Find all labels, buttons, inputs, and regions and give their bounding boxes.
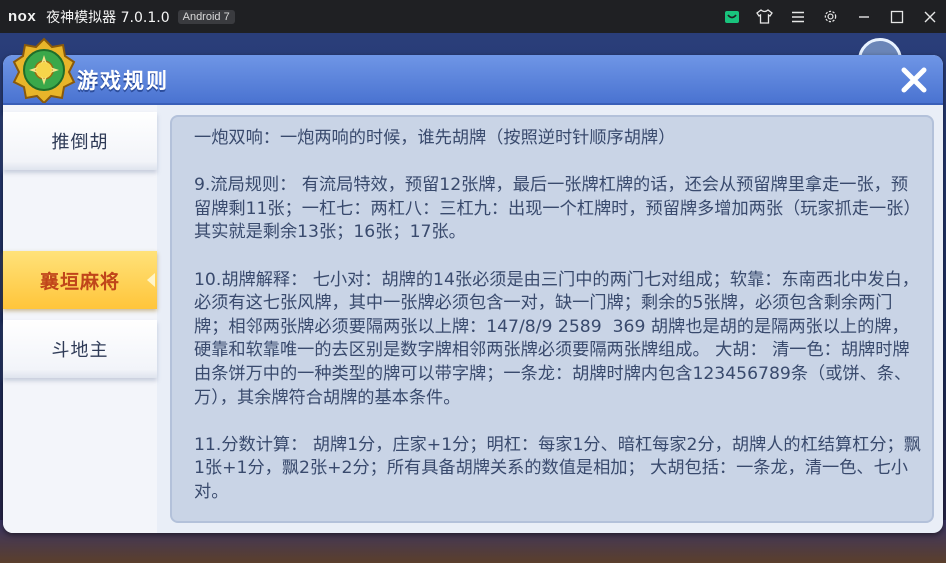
dialog-title: 游戏规则 [77,69,169,93]
tab-xiangyuan-mahjong[interactable]: 襄垣麻将 [3,251,157,309]
rules-text: 一炮双响：一炮两响的时候，谁先胡牌（按照逆时针顺序胡牌） 9.流局规则： 有流局… [194,127,924,521]
rule-paragraph: 一炮双响：一炮两响的时候，谁先胡牌（按照逆时针顺序胡牌） [194,128,676,148]
settings-icon[interactable] [814,0,847,33]
close-icon[interactable] [913,0,946,33]
active-tab-arrow-icon [147,273,155,287]
rules-sidebar: 推倒胡 襄垣麻将 斗地主 [3,105,157,533]
window-title: 夜神模拟器 7.0.1.0 [46,9,170,26]
titlebar-controls [715,0,946,33]
nox-logo: nox [8,8,37,25]
store-icon[interactable] [715,0,748,33]
rules-badge-icon [12,37,76,103]
dialog-header: 游戏规则 [3,55,943,105]
tab-label: 推倒胡 [51,132,109,153]
rules-dialog: 游戏规则 推倒胡 襄垣麻将 斗地主 一炮双响：一炮两响的时候，谁先胡牌（按照逆时… [3,37,943,533]
rule-paragraph: 10.胡牌解释： 七小对：胡牌的14张必须是由三门中的两门七对组成；软靠：东南西… [194,269,919,408]
tab-label: 斗地主 [51,340,109,361]
maximize-icon[interactable] [880,0,913,33]
tab-tuidaohu[interactable]: 推倒胡 [3,112,157,170]
tab-doudizhu[interactable]: 斗地主 [3,320,157,378]
shirt-icon[interactable] [748,0,781,33]
close-x-icon [901,67,927,93]
menu-icon[interactable] [781,0,814,33]
rules-content-panel[interactable]: 一炮双响：一炮两响的时候，谁先胡牌（按照逆时针顺序胡牌） 9.流局规则： 有流局… [170,115,934,523]
rule-paragraph: 11.分数计算： 胡牌1分，庄家+1分；明杠：每家1分、暗杠每家2分，胡牌人的杠… [194,434,921,502]
minimize-icon[interactable] [847,0,880,33]
emulator-titlebar: nox 夜神模拟器 7.0.1.0 Android 7 [0,0,946,33]
close-button[interactable] [897,63,931,97]
android-version-badge: Android 7 [177,9,235,24]
rule-paragraph: 9.流局规则： 有流局特效，预留12张牌，最后一张牌杠牌的话，还会从预留牌里拿走… [194,175,921,243]
tab-label: 襄垣麻将 [39,270,120,293]
